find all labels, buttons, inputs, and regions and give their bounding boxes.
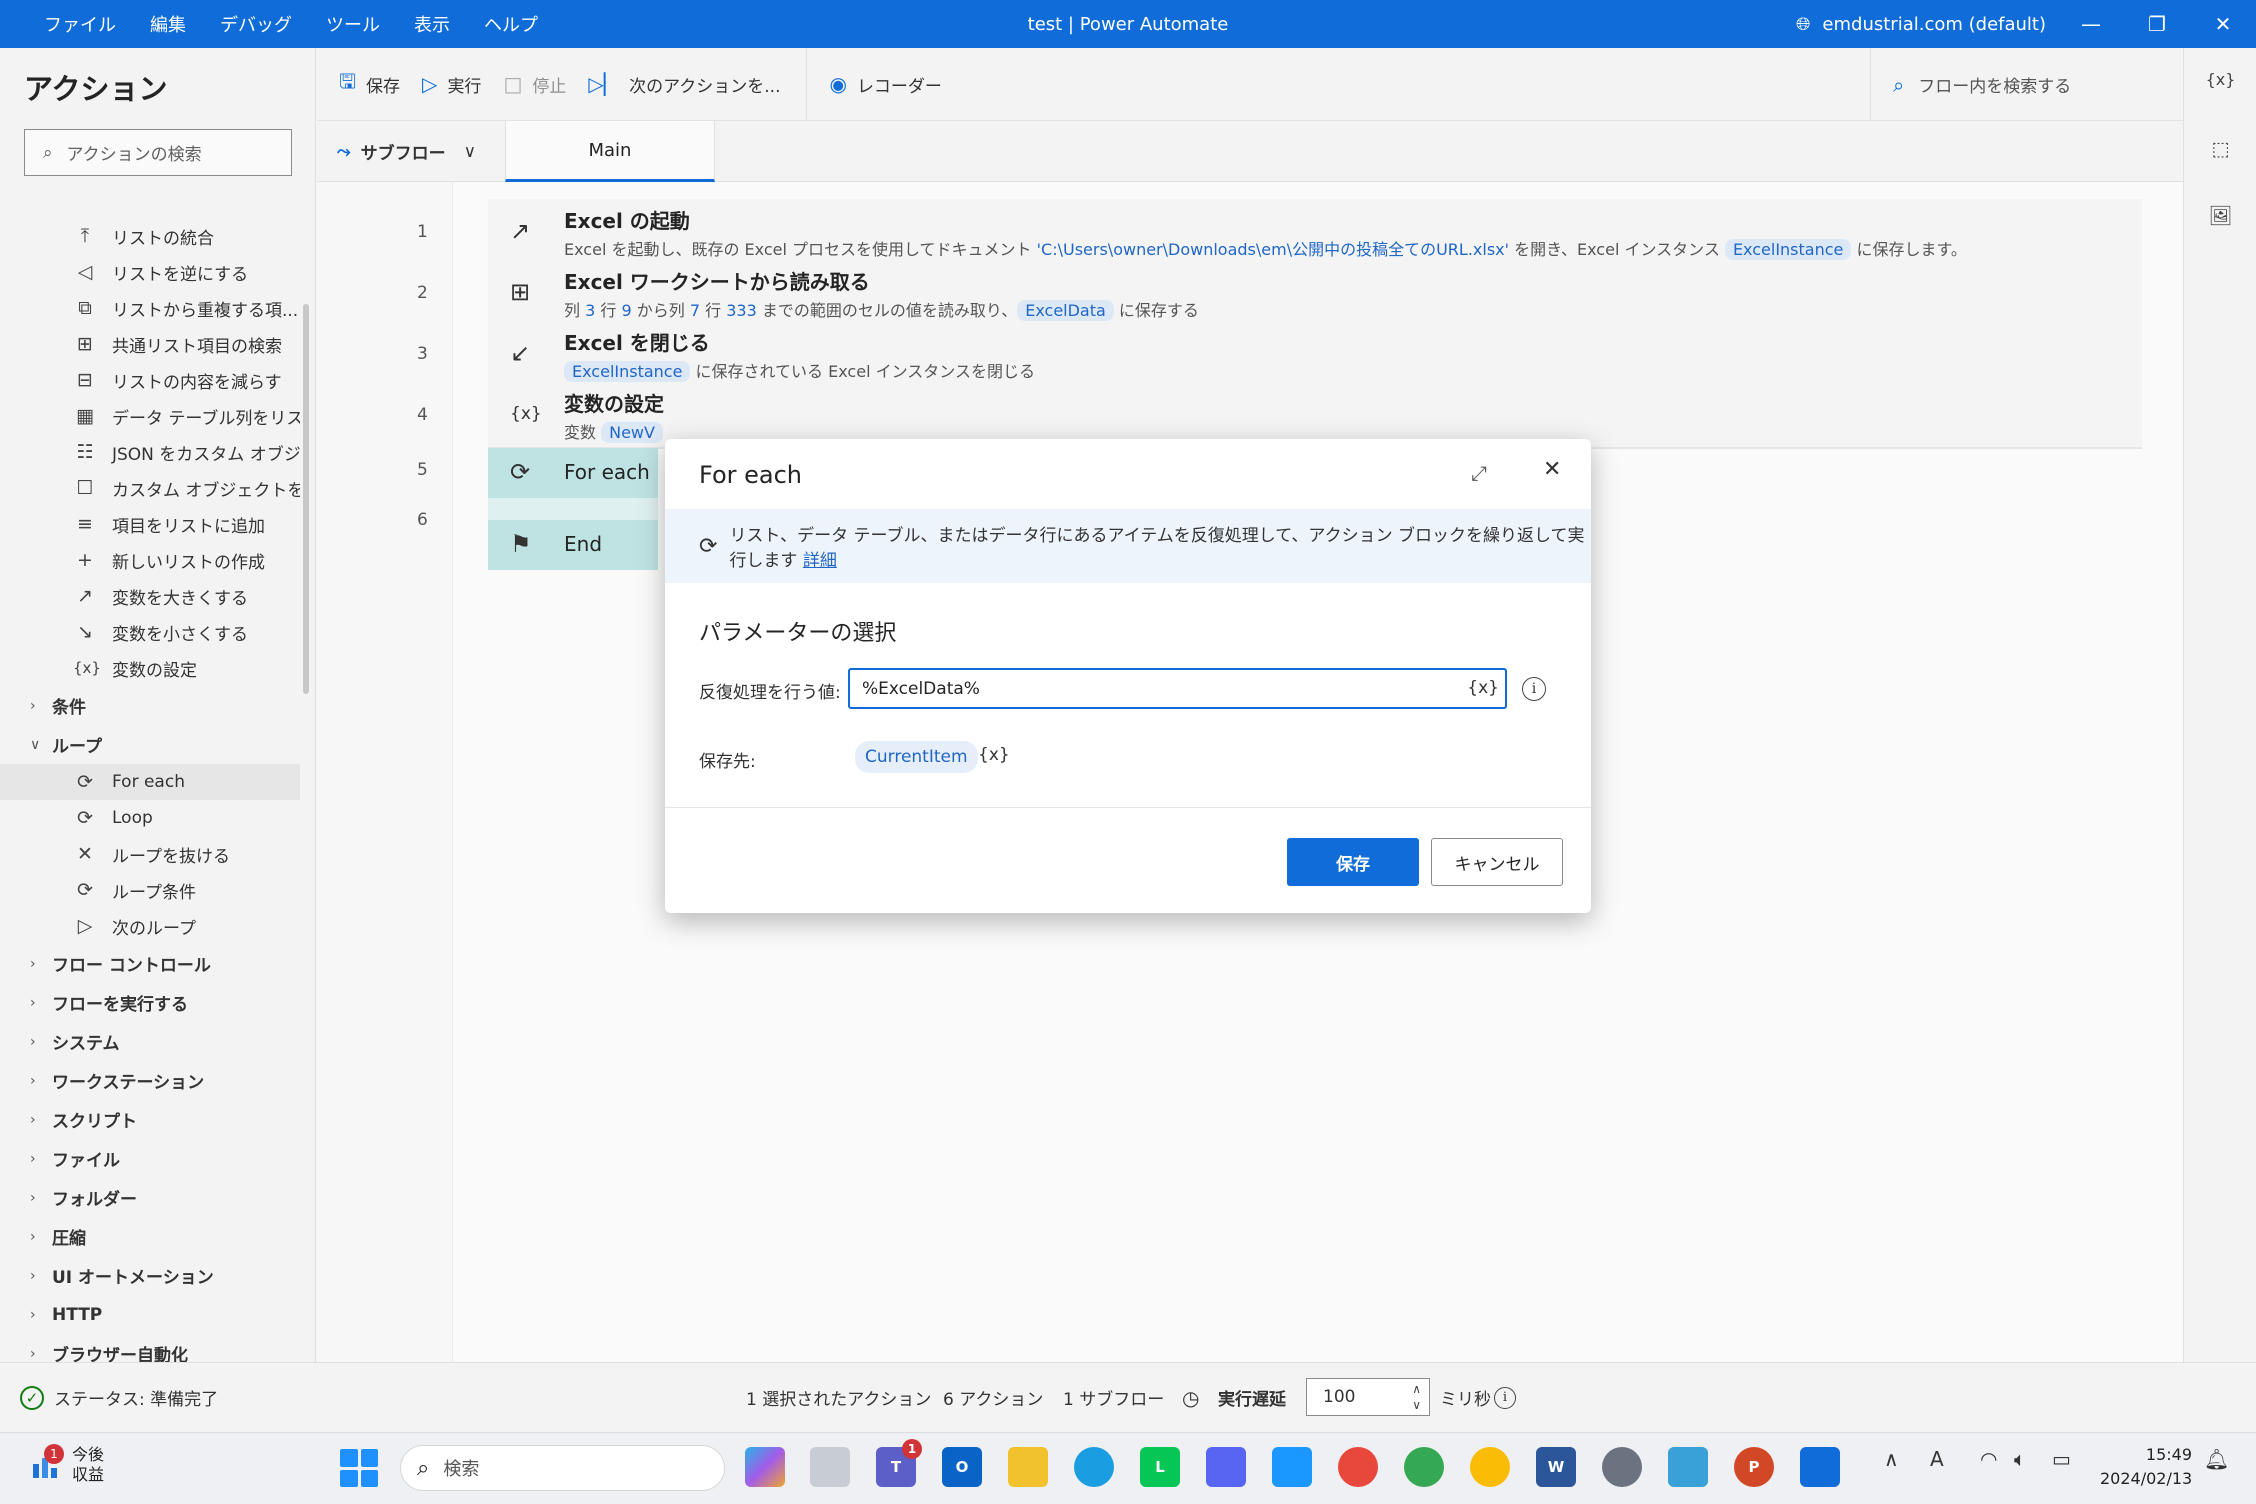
window-controls: — ❐ ✕ (2058, 0, 2256, 48)
windows-start-icon[interactable] (340, 1449, 378, 1487)
clock-time: 15:49 (2145, 1445, 2192, 1464)
clock-date: 2024/02/13 (2100, 1469, 2193, 1488)
parameters-heading: パラメーターの選択 (699, 621, 897, 646)
taskbar-clock[interactable]: 15:49 2024/02/13 (2100, 1443, 2192, 1491)
search-icon: ⌕ (417, 1455, 430, 1481)
prime-video-icon[interactable] (1272, 1447, 1312, 1487)
for-each-dialog: For each ⤢ ✕ ⟳ リスト、データ テーブル、またはデータ行にあるアイ… (665, 439, 1591, 913)
dialog-cancel-button[interactable]: キャンセル (1431, 838, 1563, 886)
widget-line1: 今後 (72, 1445, 105, 1464)
edge-icon[interactable] (1074, 1447, 1114, 1487)
power-automate-icon[interactable] (1800, 1447, 1840, 1487)
loop-icon: ⟳ (699, 533, 718, 559)
menu-edit[interactable]: 編集 (150, 11, 186, 37)
word-icon[interactable]: W (1536, 1447, 1576, 1487)
taskbar-search-placeholder: 検索 (443, 1459, 480, 1480)
current-item-variable[interactable]: CurrentItem (855, 741, 978, 773)
copilot-icon[interactable] (745, 1447, 785, 1487)
line-icon[interactable]: L (1140, 1447, 1180, 1487)
chrome-icon[interactable] (1404, 1447, 1444, 1487)
wifi-icon[interactable]: ◠ (1980, 1447, 1997, 1471)
menu-debug[interactable]: デバッグ (220, 11, 292, 37)
file-explorer-icon[interactable] (1008, 1447, 1048, 1487)
iterate-value-input[interactable]: %ExcelData% {x} (848, 668, 1507, 709)
chart-icon: 1 (30, 1444, 64, 1480)
menu-file[interactable]: ファイル (44, 11, 116, 37)
menu-view[interactable]: 表示 (414, 11, 450, 37)
notification-badge: 1 (902, 1439, 922, 1459)
volume-icon[interactable]: 🔈︎ (2014, 1447, 2026, 1471)
battery-icon[interactable]: ▭ (2052, 1447, 2071, 1471)
dialog-description: ⟳ リスト、データ テーブル、またはデータ行にあるアイテムを反復処理して、アクシ… (665, 509, 1591, 583)
minimize-icon[interactable]: — (2058, 0, 2124, 48)
bell-icon[interactable]: 🔔︎ (2204, 1447, 2229, 1471)
notepad-icon[interactable] (1668, 1447, 1708, 1487)
windows-taskbar: 1 今後 収益 ⌕ 検索 T1 O L W P ∧ A ◠ 🔈︎ ▭ 15:49 … (0, 1432, 2256, 1504)
dialog-description-text: リスト、データ テーブル、またはデータ行にあるアイテムを反復処理して、アクション… (729, 526, 1585, 571)
taskbar-search[interactable]: ⌕ 検索 (400, 1445, 725, 1491)
outlook-icon[interactable]: O (942, 1447, 982, 1487)
close-icon[interactable]: ✕ (2190, 0, 2256, 48)
chevron-up-icon[interactable]: ∧ (1884, 1447, 1899, 1471)
details-link[interactable]: 詳細 (803, 551, 837, 571)
chrome-icon[interactable] (1470, 1447, 1510, 1487)
restore-icon[interactable]: ❐ (2124, 0, 2190, 48)
expand-icon[interactable]: ⤢ (1471, 461, 1487, 485)
dialog-divider (665, 807, 1591, 808)
dialog-title: For each (699, 461, 803, 489)
iterate-label: 反復処理を行う値: (699, 683, 841, 703)
globe-icon: 🌐︎ (1796, 13, 1811, 35)
discord-icon[interactable] (1206, 1447, 1246, 1487)
teams-icon[interactable]: T1 (876, 1439, 922, 1487)
close-icon[interactable]: ✕ (1543, 457, 1561, 482)
iterate-value: %ExcelData% (862, 678, 980, 699)
widget-line2: 収益 (72, 1465, 105, 1484)
ime-icon[interactable]: A (1930, 1447, 1944, 1471)
title-bar: ファイル 編集 デバッグ ツール 表示 ヘルプ test | Power Aut… (0, 0, 2256, 48)
environment-label: emdustrial.com (default) (1822, 13, 2046, 35)
info-icon[interactable]: i (1522, 677, 1546, 701)
powerpoint-icon[interactable]: P (1734, 1447, 1774, 1487)
menu-help[interactable]: ヘルプ (484, 11, 538, 37)
notification-badge: 1 (44, 1444, 64, 1464)
dialog-save-button[interactable]: 保存 (1287, 838, 1419, 886)
variable-picker-icon[interactable]: {x} (978, 745, 1010, 765)
chrome-icon[interactable] (1338, 1447, 1378, 1487)
task-view-icon[interactable] (810, 1447, 850, 1487)
variable-picker-icon[interactable]: {x} (1467, 678, 1499, 698)
environment-selector[interactable]: 🌐︎ emdustrial.com (default) (1796, 14, 2046, 35)
menu-bar: ファイル 編集 デバッグ ツール 表示 ヘルプ (44, 11, 572, 37)
widgets-button[interactable]: 1 今後 収益 (30, 1444, 105, 1485)
menu-tools[interactable]: ツール (326, 11, 380, 37)
save-to-label: 保存先: (699, 752, 756, 772)
settings-icon[interactable] (1602, 1447, 1642, 1487)
